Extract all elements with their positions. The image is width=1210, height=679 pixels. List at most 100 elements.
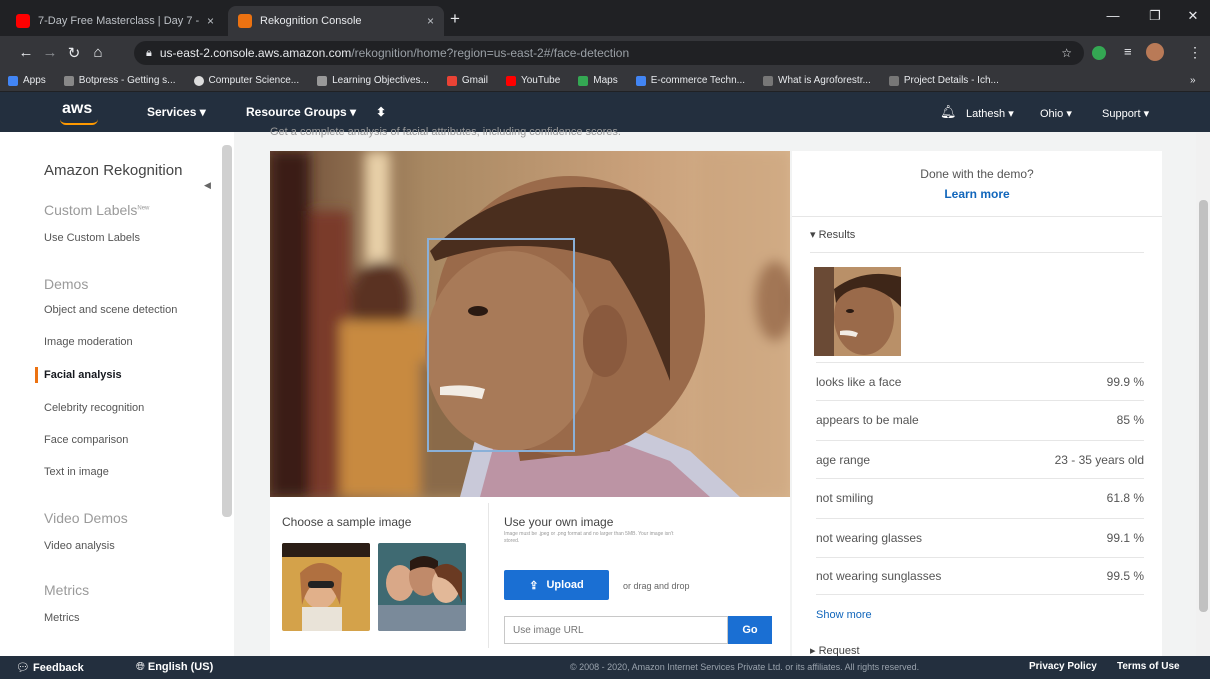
maps-icon xyxy=(578,75,589,86)
region-menu[interactable]: Ohio ▾ xyxy=(1040,107,1072,120)
demos-heading: Demos xyxy=(44,276,89,292)
terms-link[interactable]: Terms of Use xyxy=(1117,661,1180,672)
home-icon[interactable]: ⌂ xyxy=(88,44,108,61)
extension-icon[interactable] xyxy=(1092,46,1106,60)
profile-avatar[interactable] xyxy=(1146,43,1164,61)
sample-image-title: Choose a sample image xyxy=(282,515,412,529)
heading-text: Custom Labels xyxy=(44,202,138,218)
back-arrow-icon[interactable]: ← xyxy=(16,44,36,61)
tab-youtube[interactable]: 7-Day Free Masterclass | Day 7 - × xyxy=(6,6,224,36)
bookmark-item[interactable]: Computer Science... xyxy=(193,75,299,86)
restore-button[interactable]: ❐ xyxy=(1140,8,1170,24)
sidebar-item-use-custom-labels[interactable]: Use Custom Labels xyxy=(44,232,140,244)
minimize-button[interactable]: — xyxy=(1098,8,1128,23)
bookmark-label: YouTube xyxy=(520,75,561,86)
pin-icon[interactable]: ⬍ xyxy=(376,105,386,119)
upload-button[interactable]: ⇪ Upload xyxy=(504,570,609,600)
aws-logo[interactable]: aws xyxy=(62,100,92,118)
result-value: 85 % xyxy=(1116,412,1144,427)
url-host: us-east-2.console.aws.amazon.com xyxy=(159,46,352,60)
image-url-input[interactable] xyxy=(504,616,728,644)
address-bar[interactable]: 🔒︎ us-east-2.console.aws.amazon.com /rek… xyxy=(134,41,1084,65)
reload-icon[interactable]: ↻ xyxy=(64,44,84,62)
active-indicator xyxy=(35,367,38,383)
collapse-sidebar-icon[interactable]: ◀ xyxy=(204,180,211,191)
new-tab-button[interactable]: + xyxy=(450,9,460,29)
star-icon[interactable]: ☆ xyxy=(1061,46,1072,60)
result-label: not wearing glasses xyxy=(816,530,923,545)
language-selector[interactable]: 🌐︎ English (US) xyxy=(136,661,213,674)
result-value: 61.8 % xyxy=(1106,490,1144,505)
feedback-label: Feedback xyxy=(33,662,84,674)
show-more-link[interactable]: Show more xyxy=(816,609,872,621)
done-demo-text: Done with the demo? xyxy=(920,167,1034,181)
bookmark-item[interactable]: Botpress - Getting s... xyxy=(63,75,176,86)
sidebar-item-celebrity[interactable]: Celebrity recognition xyxy=(44,402,144,414)
bookmark-apps[interactable]: Apps xyxy=(8,75,46,86)
close-tab-icon[interactable]: × xyxy=(207,14,214,28)
feedback-link[interactable]: 💬︎ Feedback xyxy=(16,661,84,674)
bookmark-favicon-icon xyxy=(763,75,774,86)
account-menu[interactable]: Lathesh ▾ xyxy=(966,107,1014,120)
playlist-icon[interactable]: ≡ xyxy=(1124,44,1132,59)
sidebar-item-metrics[interactable]: Metrics xyxy=(44,612,79,624)
bookmark-gmail[interactable]: Gmail xyxy=(446,75,488,86)
bookmarks-overflow-icon[interactable]: » xyxy=(1190,75,1196,86)
forward-arrow-icon[interactable]: → xyxy=(40,44,60,61)
results-divider xyxy=(792,216,1162,217)
sidebar-item-video-analysis[interactable]: Video analysis xyxy=(44,540,115,552)
sidebar-item-facial-analysis[interactable]: Facial analysis xyxy=(44,369,122,381)
bookmark-maps[interactable]: Maps xyxy=(578,75,618,86)
results-toggle[interactable]: ▾ Results xyxy=(810,228,855,241)
sample-photo-woman xyxy=(282,543,370,631)
apps-grid-icon xyxy=(8,75,18,86)
bell-icon[interactable]: 🔔︎ xyxy=(940,104,957,120)
sidebar-scrollbar[interactable] xyxy=(222,145,232,517)
own-image-title: Use your own image xyxy=(504,515,614,529)
own-image-help: Image must be .jpeg or .png format and n… xyxy=(504,531,674,544)
result-value: 99.5 % xyxy=(1106,569,1144,583)
bookmark-label: What is Agroforestr... xyxy=(778,75,871,86)
tab-label: 7-Day Free Masterclass | Day 7 - xyxy=(38,15,200,27)
youtube-icon xyxy=(16,14,30,28)
menu-kebab-icon[interactable]: ⋮ xyxy=(1188,44,1202,61)
page-scrollbar[interactable] xyxy=(1199,200,1208,612)
copyright-text: © 2008 - 2020, Amazon Internet Services … xyxy=(570,662,920,672)
caret-down-icon: ▾ xyxy=(810,229,819,241)
bookmark-item[interactable]: Learning Objectives... xyxy=(317,75,429,86)
lock-icon: 🔒︎ xyxy=(146,46,152,59)
bookmark-label: Gmail xyxy=(461,75,488,86)
privacy-link[interactable]: Privacy Policy xyxy=(1029,661,1097,672)
services-menu[interactable]: Services ▾ xyxy=(147,105,206,119)
upload-label: Upload xyxy=(546,579,584,591)
bookmark-favicon-icon xyxy=(317,75,328,86)
chevron-down-icon: ▾ xyxy=(350,105,357,119)
sidebar-item-text-in-image[interactable]: Text in image xyxy=(44,466,109,478)
result-value: 99.9 % xyxy=(1106,374,1144,389)
sample-image-group[interactable] xyxy=(378,543,466,631)
bookmark-item[interactable]: E-commerce Techn... xyxy=(635,75,746,86)
sidebar-item-face-comparison[interactable]: Face comparison xyxy=(44,434,128,446)
aws-favicon-icon xyxy=(238,14,252,28)
face-crop-illustration xyxy=(814,267,901,356)
aws-smile-icon xyxy=(60,119,98,125)
go-button[interactable]: Go xyxy=(728,616,772,644)
close-tab-icon[interactable]: × xyxy=(427,14,434,28)
sample-image-woman[interactable] xyxy=(282,543,370,631)
sidebar-item-object-scene[interactable]: Object and scene detection xyxy=(44,304,177,316)
result-row-smile: not smiling 61.8 % xyxy=(816,478,1144,516)
results-divider xyxy=(810,252,1144,253)
bookmarks-bar: Apps Botpress - Getting s... Computer Sc… xyxy=(0,70,1210,92)
bookmark-item[interactable]: What is Agroforestr... xyxy=(763,75,871,86)
bookmark-label: E-commerce Techn... xyxy=(650,75,746,86)
tab-rekognition[interactable]: Rekognition Console × xyxy=(228,6,444,36)
learn-more-link[interactable]: Learn more xyxy=(792,187,1162,201)
image-chooser-panel: Choose a sample image Use your own image… xyxy=(270,497,790,656)
sidebar-item-image-moderation[interactable]: Image moderation xyxy=(44,336,133,348)
close-window-button[interactable]: ✕ xyxy=(1178,8,1208,24)
support-menu[interactable]: Support ▾ xyxy=(1102,107,1149,120)
bookmark-youtube[interactable]: YouTube xyxy=(505,75,561,86)
bookmark-item[interactable]: Project Details - Ich... xyxy=(888,75,999,86)
resource-groups-menu[interactable]: Resource Groups ▾ xyxy=(246,105,356,119)
face-bounding-box[interactable] xyxy=(427,238,575,452)
